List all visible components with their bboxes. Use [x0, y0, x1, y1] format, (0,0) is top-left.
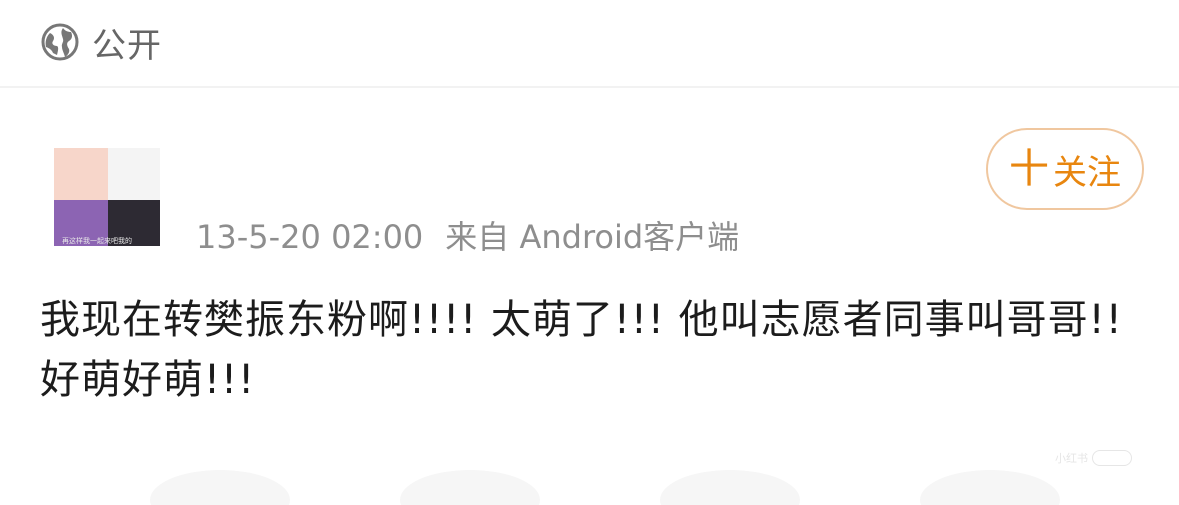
watermark-text: 小红书: [1055, 452, 1088, 465]
post-source: 来自 Android客户端: [445, 218, 740, 256]
bottom-shadow: [150, 470, 290, 505]
globe-icon: [40, 22, 80, 62]
bottom-shadow: [400, 470, 540, 505]
post-text: 我现在转樊振东粉啊!!!! 太萌了!!! 他叫志愿者同事叫哥哥!! 好萌好萌!!…: [40, 297, 1123, 403]
bottom-shadow: [660, 470, 800, 505]
avatar-caption: 再这样我一起来吧我的: [62, 237, 132, 245]
post-card: 公开 再这样我一起来吧我的 13-5-20 02:00 来自 Android客户端…: [0, 0, 1179, 505]
watermark: 小红书: [1042, 444, 1132, 472]
divider: [0, 86, 1179, 88]
follow-label: 关注: [1053, 152, 1121, 193]
watermark-logo-icon: [1092, 450, 1132, 466]
follow-button[interactable]: 十 关注: [986, 128, 1144, 210]
bottom-shadow: [920, 470, 1060, 505]
visibility-bar[interactable]: 公开: [0, 0, 1179, 84]
plus-icon: 十: [1009, 146, 1049, 192]
avatar[interactable]: [54, 148, 160, 246]
post-timestamp: 13-5-20 02:00: [196, 218, 424, 256]
post-meta: 13-5-20 02:00 来自 Android客户端: [196, 212, 739, 258]
visibility-label: 公开: [92, 25, 162, 66]
